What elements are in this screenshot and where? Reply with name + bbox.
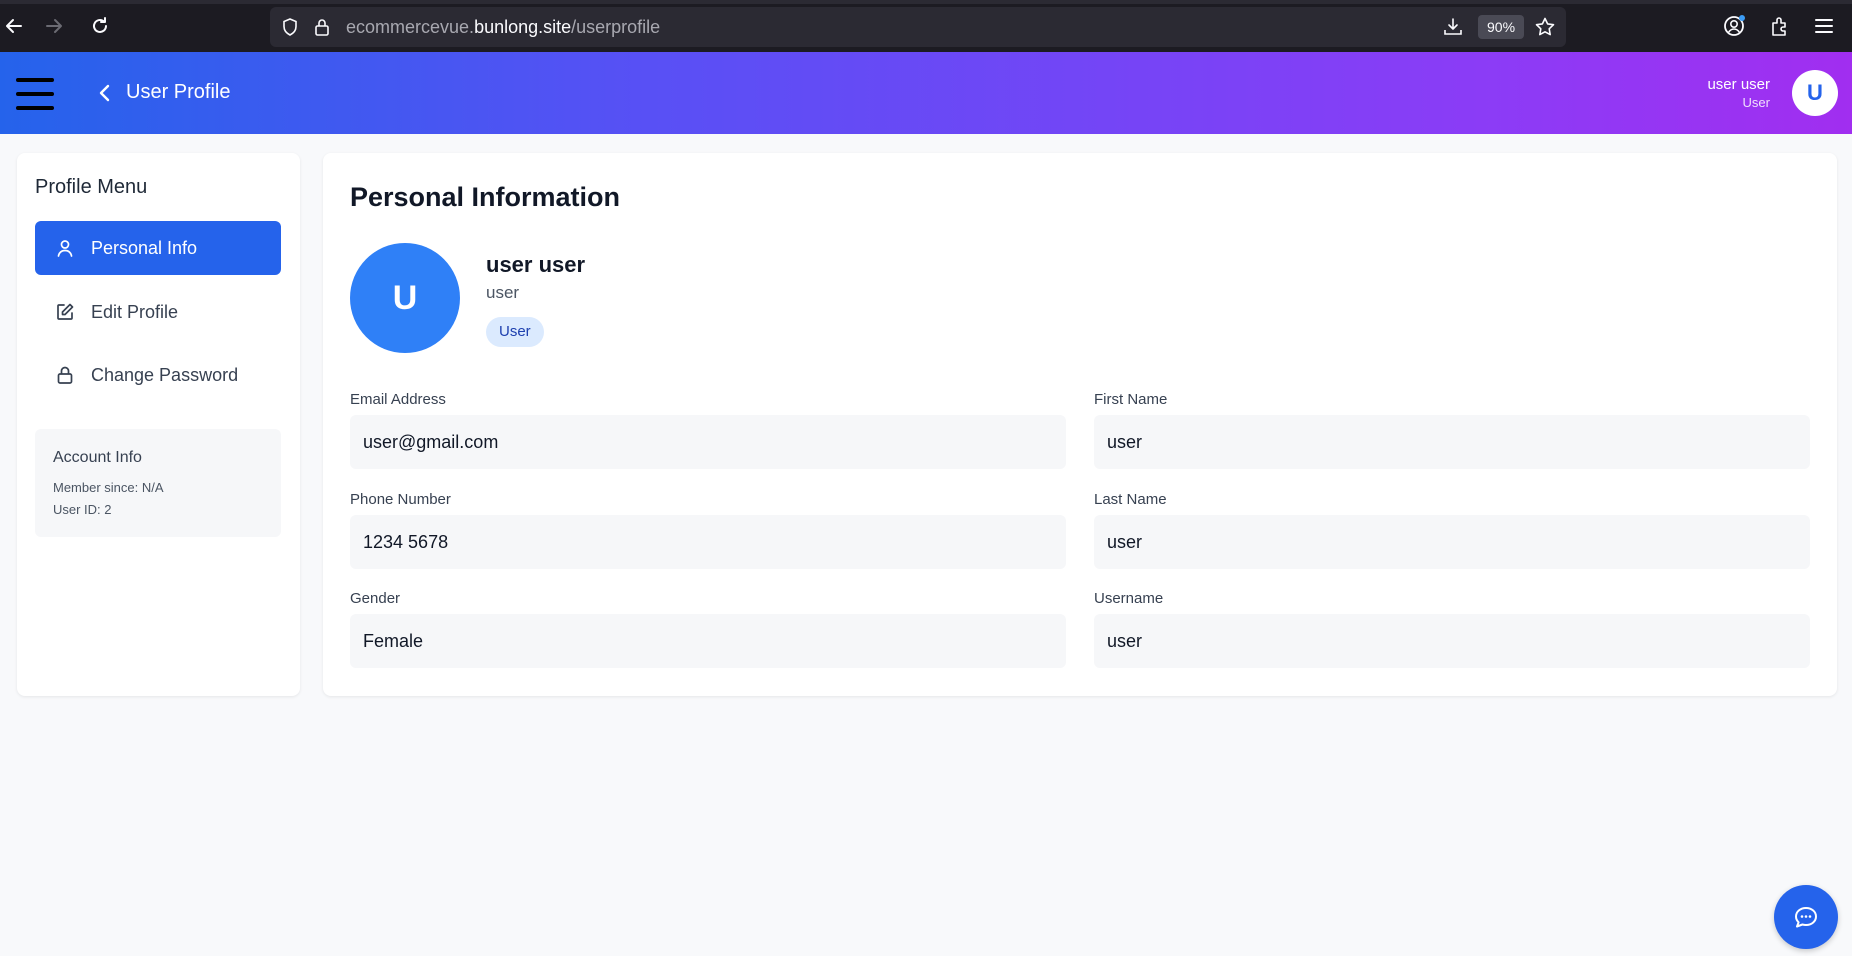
reload-icon[interactable] <box>86 12 114 40</box>
hamburger-bar <box>16 78 54 82</box>
browser-tab-strip-edge <box>0 0 1852 4</box>
page-title: User Profile <box>126 81 231 103</box>
app-header: User Profile user user User U <box>0 52 1852 134</box>
profile-sidebar: Profile Menu Personal Info Edit Profile … <box>17 153 300 696</box>
hamburger-bar <box>16 92 54 96</box>
user-icon <box>55 238 75 258</box>
last-name-label: Last Name <box>1094 491 1167 508</box>
back-chevron-icon[interactable] <box>94 82 116 104</box>
download-icon[interactable] <box>1442 16 1464 38</box>
header-user-name: user user <box>1707 76 1770 93</box>
profile-full-name: user user <box>486 252 586 277</box>
member-since: Member since: N/A <box>53 480 164 495</box>
zoom-level-badge[interactable]: 90% <box>1478 15 1525 39</box>
sidebar-item-label: Personal Info <box>91 237 198 258</box>
profile-avatar: U <box>350 243 460 353</box>
url-text[interactable]: ecommercevue.bunlong.site/userprofile <box>346 17 660 38</box>
account-info-title: Account Info <box>53 449 142 466</box>
forward-arrow-icon[interactable] <box>40 12 68 40</box>
sidebar-item-edit-profile[interactable]: Edit Profile <box>35 285 281 339</box>
edit-icon <box>55 302 75 322</box>
sidebar-item-label: Change Password <box>91 364 239 385</box>
section-title: Personal Information <box>350 182 621 212</box>
hamburger-bar <box>16 106 54 110</box>
gender-field[interactable]: Female <box>350 614 1066 668</box>
sidebar-item-change-password[interactable]: Change Password <box>35 348 281 402</box>
extensions-icon[interactable] <box>1768 14 1792 38</box>
shield-icon[interactable] <box>280 17 300 37</box>
sidebar-title: Profile Menu <box>35 176 148 198</box>
header-user-role: User <box>1742 95 1770 110</box>
user-id: User ID: 2 <box>53 502 112 517</box>
chat-bubble-icon <box>1795 907 1817 928</box>
account-icon[interactable] <box>1722 14 1746 38</box>
role-badge: User <box>486 317 544 347</box>
first-name-field[interactable]: user <box>1094 415 1810 469</box>
username-label: Username <box>1094 590 1164 607</box>
personal-information-panel: Personal Information U user user user Us… <box>323 153 1837 696</box>
header-user-info[interactable]: user user User <box>1707 76 1770 112</box>
sidebar-item-label: Edit Profile <box>91 301 179 322</box>
back-arrow-icon[interactable] <box>0 12 28 40</box>
account-info-box: Account Info Member since: N/A User ID: … <box>35 429 281 537</box>
avatar[interactable]: U <box>1792 70 1838 116</box>
last-name-field[interactable]: user <box>1094 515 1810 569</box>
hamburger-menu-icon[interactable] <box>16 78 54 110</box>
lock-icon[interactable] <box>312 17 332 37</box>
email-label: Email Address <box>350 391 446 408</box>
phone-field[interactable]: 1234 5678 <box>350 515 1066 569</box>
username-field[interactable]: user <box>1094 614 1810 668</box>
bookmark-star-icon[interactable] <box>1534 16 1556 38</box>
profile-username: user <box>486 283 520 302</box>
browser-toolbar: ecommercevue.bunlong.site/userprofile 90… <box>0 0 1852 52</box>
chat-button[interactable] <box>1774 885 1838 949</box>
first-name-label: First Name <box>1094 391 1168 408</box>
url-host: bunlong.site <box>474 17 572 37</box>
email-field[interactable]: user@gmail.com <box>350 415 1066 469</box>
lock-icon <box>55 365 75 385</box>
url-prefix: ecommercevue. <box>346 17 475 37</box>
sidebar-item-personal-info[interactable]: Personal Info <box>35 221 281 275</box>
menu-icon[interactable] <box>1812 14 1836 38</box>
phone-label: Phone Number <box>350 491 451 508</box>
url-path: /userprofile <box>571 17 661 37</box>
gender-label: Gender <box>350 590 401 607</box>
url-bar[interactable]: ecommercevue.bunlong.site/userprofile 90… <box>270 7 1566 47</box>
